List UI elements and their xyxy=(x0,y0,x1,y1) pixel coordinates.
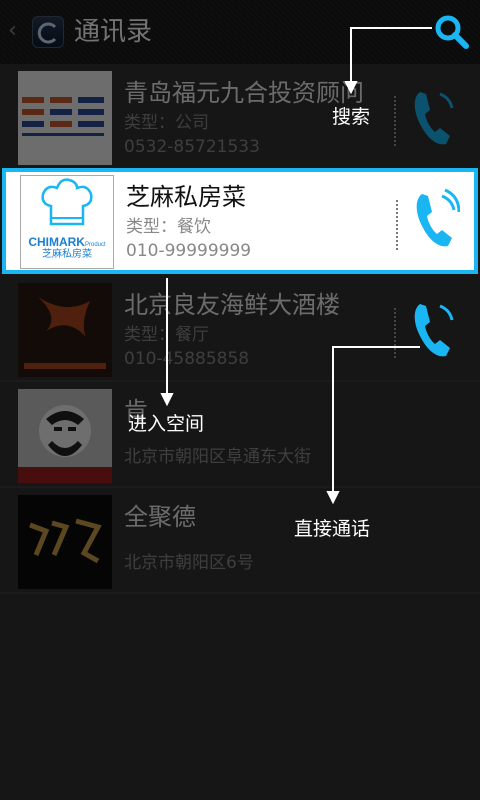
callout-search-label: 搜索 xyxy=(332,106,371,128)
callout-direct-call-label: 直接通话 xyxy=(294,518,371,540)
callout-arrows xyxy=(160,27,432,505)
callout-enter-space-label: 进入空间 xyxy=(128,413,205,435)
